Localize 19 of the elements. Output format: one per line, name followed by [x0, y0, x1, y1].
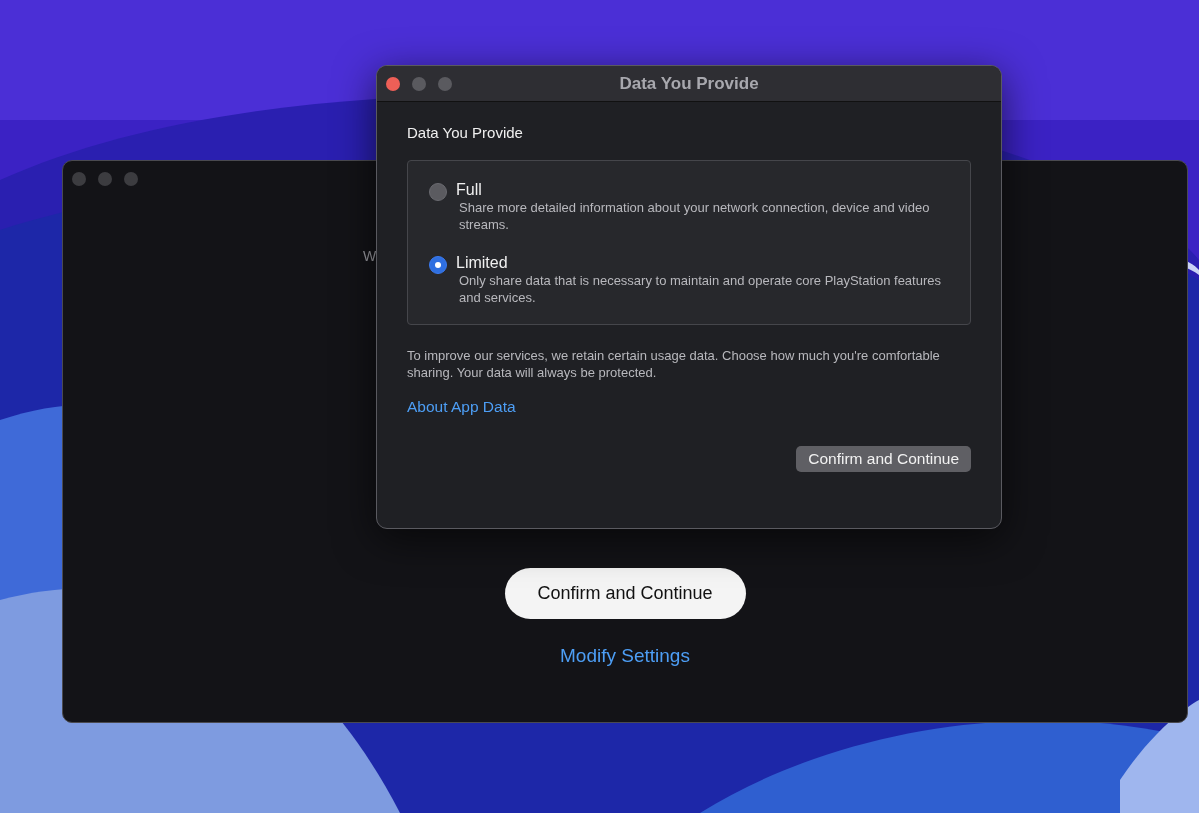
confirm-button[interactable]: Confirm and Continue [796, 446, 971, 472]
radio-button[interactable] [429, 183, 447, 201]
about-link[interactable]: About App Data [407, 398, 516, 416]
partial-text: W [363, 248, 377, 264]
minimize-icon[interactable] [98, 172, 112, 186]
radio-button[interactable] [429, 256, 447, 274]
modify-settings-link[interactable]: Modify Settings [560, 645, 690, 667]
option-description: Only share data that is necessary to maintain and operate core PlayStation features and services. [459, 272, 942, 306]
option-label: Limited [456, 254, 509, 272]
minimize-icon[interactable] [412, 77, 426, 91]
info-text: To improve our services, we retain certain usage data. Choose how much you're comfortable sharing. Your data will always be protected. [407, 347, 941, 381]
section-heading: Data You Provide [407, 124, 524, 141]
option-description: Share more detailed information about your network connection, device and video streams. [459, 199, 931, 233]
close-icon[interactable] [386, 77, 400, 91]
zoom-icon[interactable] [438, 77, 452, 91]
window-title: Data You Provide [619, 73, 759, 94]
confirm-button[interactable]: Confirm and Continue [504, 568, 746, 619]
option-label: Full [456, 181, 483, 199]
zoom-icon[interactable] [124, 172, 138, 186]
